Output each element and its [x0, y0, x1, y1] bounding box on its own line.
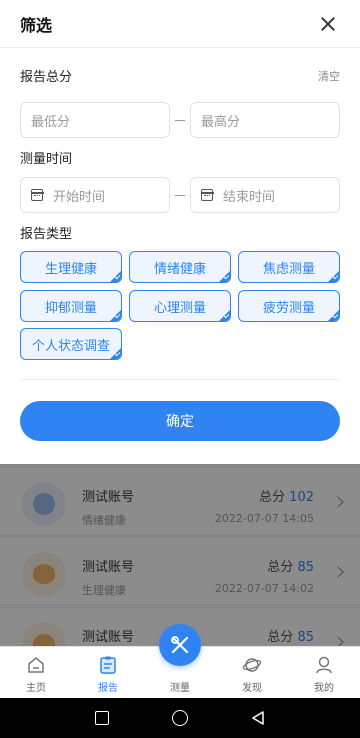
calendar-icon	[200, 189, 214, 201]
tab-label: 主页	[26, 683, 46, 694]
check-corner-icon	[328, 310, 339, 321]
system-nav-bar	[0, 698, 360, 738]
max-score-input[interactable]: 最高分	[190, 102, 340, 138]
tab-home[interactable]: 主页	[0, 647, 72, 699]
modal-overlay[interactable]	[0, 464, 360, 646]
score-label: 报告总分	[20, 70, 73, 85]
tab-discover[interactable]: 发现	[216, 647, 288, 699]
check-corner-icon	[219, 310, 230, 321]
check-corner-icon	[328, 271, 339, 282]
sheet-title: 筛选	[20, 15, 53, 35]
divider	[20, 379, 340, 380]
tab-label: 报告	[98, 683, 118, 694]
type-chip-label: 情绪健康	[153, 261, 206, 277]
confirm-button[interactable]: 确定	[20, 401, 340, 441]
score-section-header: 报告总分 清空	[20, 66, 340, 86]
end-time-input[interactable]: 结束时间	[190, 177, 340, 213]
min-score-input[interactable]: 最低分	[20, 102, 170, 138]
tab-label: 我的	[314, 683, 334, 694]
start-time-placeholder: 开始时间	[53, 189, 106, 205]
measure-center-button[interactable]	[159, 624, 201, 666]
type-chip[interactable]: 情绪健康	[129, 251, 231, 283]
filter-sheet: 筛选 报告总分 清空 最低分 最高分 测量时间 开始时间 结束时间 报告类型 生…	[0, 0, 360, 464]
type-chip[interactable]: 个人状态调查	[20, 328, 122, 360]
close-icon[interactable]	[316, 12, 340, 36]
discover-icon	[242, 658, 262, 672]
tab-report[interactable]: 报告	[72, 647, 144, 699]
sheet-header: 筛选	[0, 0, 360, 48]
type-label: 报告类型	[20, 227, 73, 242]
calendar-icon	[30, 189, 44, 201]
type-section-header: 报告类型	[20, 223, 340, 242]
measure-icon	[171, 636, 189, 654]
check-corner-icon	[110, 310, 121, 321]
time-label: 测量时间	[20, 152, 73, 167]
report-icon	[100, 656, 116, 674]
home-nav-icon[interactable]	[172, 710, 188, 726]
clear-button[interactable]: 清空	[318, 68, 340, 84]
type-chip-label: 个人状态调查	[31, 338, 110, 354]
recents-icon[interactable]	[95, 711, 109, 725]
type-chip[interactable]: 疲劳测量	[238, 290, 340, 322]
profile-icon	[316, 656, 332, 674]
range-dash	[175, 120, 185, 121]
type-chip[interactable]: 抑郁测量	[20, 290, 122, 322]
type-chip-label: 心理测量	[153, 300, 206, 316]
check-corner-icon	[219, 271, 230, 282]
check-corner-icon	[110, 348, 121, 359]
range-dash	[175, 195, 185, 196]
type-chip-label: 生理健康	[44, 261, 97, 277]
start-time-input[interactable]: 开始时间	[20, 177, 170, 213]
type-chip-label: 疲劳测量	[262, 300, 315, 316]
end-time-placeholder: 结束时间	[223, 189, 276, 205]
time-section-header: 测量时间	[20, 148, 340, 167]
tab-profile[interactable]: 我的	[288, 647, 360, 699]
type-chip[interactable]: 焦虑测量	[238, 251, 340, 283]
type-chip[interactable]: 生理健康	[20, 251, 122, 283]
tab-label: 测量	[170, 683, 190, 694]
check-corner-icon	[110, 271, 121, 282]
type-chip-label: 抑郁测量	[44, 300, 97, 316]
type-chip-label: 焦虑测量	[262, 261, 315, 277]
type-chip[interactable]: 心理测量	[129, 290, 231, 322]
back-icon[interactable]	[250, 710, 266, 726]
home-icon	[28, 657, 44, 673]
tab-label: 发现	[242, 683, 262, 694]
